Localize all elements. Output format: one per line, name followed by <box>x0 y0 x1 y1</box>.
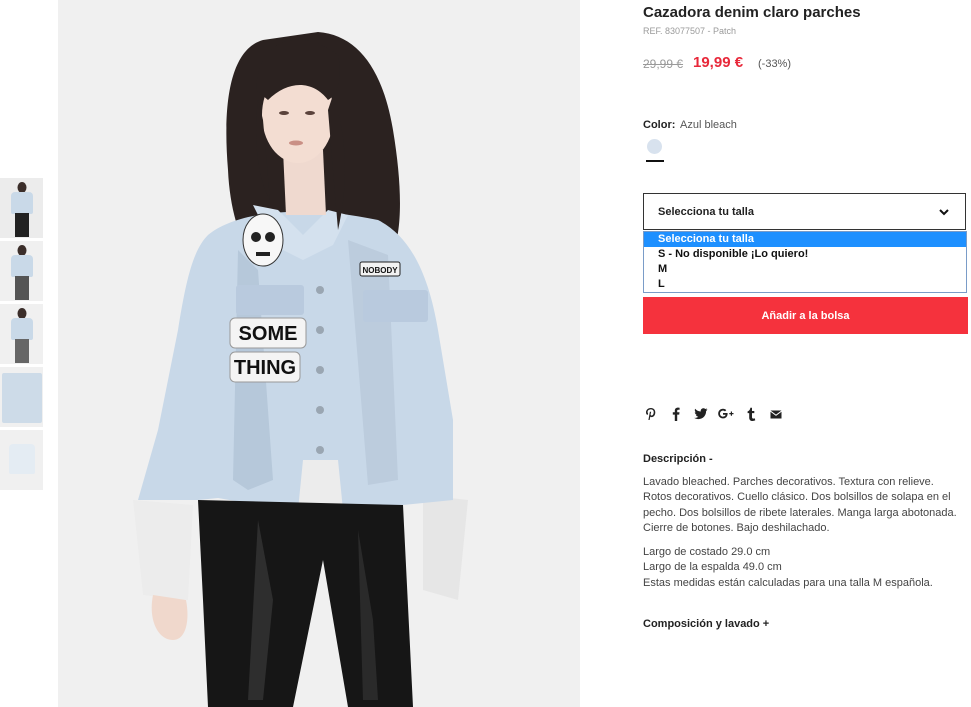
measure-note: Estas medidas están calculadas para una … <box>643 576 933 589</box>
facebook-icon[interactable] <box>668 406 684 422</box>
description-measures: Largo de costado 29.0 cm Largo de la esp… <box>643 545 965 591</box>
thumbnail-3[interactable] <box>0 304 43 364</box>
size-option-l[interactable]: L <box>644 277 966 292</box>
color-label: Color: <box>643 119 676 131</box>
size-select[interactable]: Selecciona tu talla <box>643 193 966 230</box>
tumblr-icon[interactable] <box>743 406 759 422</box>
product-ref: REF. 83077507 - Patch <box>643 26 737 36</box>
old-price: 29,99 € <box>643 57 684 71</box>
measure-side-length: Largo de costado 29.0 cm <box>643 546 771 558</box>
thumbnail-list <box>0 178 44 493</box>
model-illustration: SOME THING NOBODY <box>58 0 580 707</box>
size-select-label: Selecciona tu talla <box>658 206 754 218</box>
composition-toggle[interactable]: Composición y lavado + <box>643 618 769 630</box>
size-option-m[interactable]: M <box>644 262 966 277</box>
badge-text: NOBODY <box>362 266 398 275</box>
swatch-selected-indicator <box>646 160 664 162</box>
thumbnail-2[interactable] <box>0 241 43 301</box>
pinterest-icon[interactable] <box>643 406 659 422</box>
add-to-bag-button[interactable]: Añadir a la bolsa <box>643 297 968 334</box>
thumbnail-5[interactable] <box>0 430 43 490</box>
size-options-list: Selecciona tu talla S - No disponible ¡L… <box>643 231 967 293</box>
product-main-image[interactable]: SOME THING NOBODY <box>58 0 580 707</box>
email-icon[interactable] <box>768 406 784 422</box>
description-toggle[interactable]: Descripción - <box>643 453 713 465</box>
twitter-icon[interactable] <box>693 406 709 422</box>
patch-text-some: SOME <box>239 323 298 345</box>
social-share <box>643 406 793 422</box>
size-option-s[interactable]: S - No disponible ¡Lo quiero! <box>644 247 966 262</box>
google-plus-icon[interactable] <box>718 406 734 422</box>
chevron-down-icon <box>937 205 951 219</box>
size-option-placeholder[interactable]: Selecciona tu talla <box>644 232 966 247</box>
thumbnail-4[interactable] <box>0 367 43 427</box>
color-swatch[interactable] <box>647 139 662 154</box>
measure-back-length: Largo de la espalda 49.0 cm <box>643 561 782 574</box>
patch-text-thing: THING <box>234 357 296 379</box>
sale-price: 19,99 € <box>693 54 744 71</box>
discount-badge: (-33%) <box>758 58 792 70</box>
product-title: Cazadora denim claro parches <box>643 4 861 21</box>
color-value: Azul bleach <box>680 119 737 131</box>
thumbnail-1[interactable] <box>0 178 43 238</box>
description-text: Lavado bleached. Parches decorativos. Te… <box>643 476 957 534</box>
